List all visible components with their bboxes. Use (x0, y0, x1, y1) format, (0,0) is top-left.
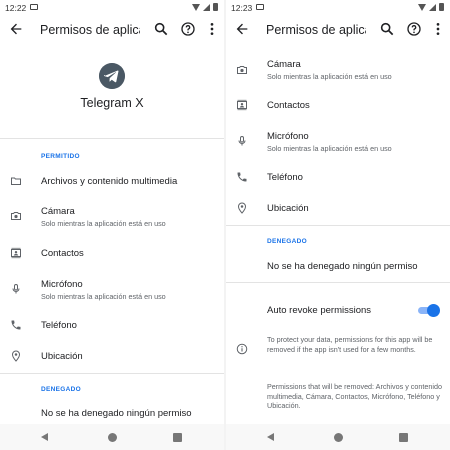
recents-square-icon (172, 432, 182, 442)
more-options-icon[interactable] (204, 21, 220, 37)
section-header-denied: DENEGADO (267, 238, 307, 245)
status-bar: 12:22 (0, 0, 224, 16)
divider (226, 282, 450, 283)
notification-icon (30, 4, 38, 10)
info-icon (236, 343, 248, 355)
section-header-allowed: PERMITIDO (41, 153, 80, 160)
camera-icon (11, 212, 21, 220)
status-time: 12:22 (5, 3, 27, 13)
permission-label: Ubicación (41, 351, 83, 362)
permission-row-camera[interactable]: Cámara Solo mientras la aplicación está … (226, 54, 450, 86)
recents-nav-button[interactable] (171, 431, 183, 443)
divider (0, 373, 224, 374)
auto-revoke-label: Auto revoke permissions (267, 305, 372, 316)
toggle-knob (427, 304, 440, 317)
auto-revoke-toggle[interactable] (418, 304, 440, 317)
app-bar: Permisos de aplicac (0, 16, 224, 46)
wifi-icon (418, 3, 426, 11)
denied-empty-row: No se ha denegado ningún permiso (226, 252, 450, 278)
permission-row-camera[interactable]: Cámara Solo mientras la aplicación está … (0, 200, 224, 234)
permission-sublabel: Solo mientras la aplicación está en uso (41, 219, 166, 228)
location-icon (11, 350, 21, 362)
permission-label: Micrófono (41, 279, 83, 290)
permission-row-microphone[interactable]: Micrófono Solo mientras la aplicación es… (226, 125, 450, 159)
battery-icon (213, 3, 218, 11)
help-icon[interactable] (406, 21, 422, 37)
permission-label: Teléfono (267, 172, 303, 183)
permission-sublabel: Solo mientras la aplicación está en uso (267, 144, 392, 153)
permission-row-phone[interactable]: Teléfono (0, 313, 224, 339)
permission-row-contacts[interactable]: Contactos (0, 240, 224, 266)
permission-label: Ubicación (267, 203, 309, 214)
contacts-icon (237, 99, 247, 111)
back-nav-button[interactable] (39, 431, 51, 443)
permission-row-phone[interactable]: Teléfono (226, 165, 450, 191)
permission-label: Teléfono (41, 320, 77, 331)
telegram-logo-icon (99, 63, 125, 89)
phone-icon (237, 172, 247, 182)
permission-label: Micrófono (267, 131, 309, 142)
navigation-bar (0, 424, 224, 450)
page-title: Permisos de aplicac (266, 23, 366, 37)
location-icon (237, 202, 247, 214)
app-bar: Permisos de aplicac (226, 16, 450, 46)
wifi-icon (192, 3, 200, 11)
search-icon[interactable] (153, 21, 169, 37)
home-nav-button[interactable] (332, 431, 344, 443)
recents-nav-button[interactable] (397, 431, 409, 443)
left-phone-screen: 12:22 Permisos de aplicac Telegram X PER… (0, 0, 224, 450)
microphone-icon (238, 136, 246, 146)
contacts-icon (11, 247, 21, 259)
camera-icon (237, 66, 247, 74)
battery-icon (439, 3, 444, 11)
app-name: Telegram X (80, 96, 144, 110)
denied-empty-text: No se ha denegado ningún permiso (41, 408, 192, 419)
more-options-icon[interactable] (430, 21, 446, 37)
auto-revoke-info: To protect your data, permissions for th… (267, 335, 433, 354)
denied-empty-text: No se ha denegado ningún permiso (267, 261, 418, 272)
permission-label: Contactos (267, 100, 310, 111)
permission-label: Archivos y contenido multimedia (41, 176, 178, 187)
auto-revoke-row[interactable]: Auto revoke permissions (226, 298, 450, 322)
removed-permissions-info: Permissions that will be removed: Archiv… (267, 382, 442, 410)
permission-sublabel: Solo mientras la aplicación está en uso (41, 292, 166, 301)
app-header: Telegram X (0, 46, 224, 138)
back-triangle-icon (41, 432, 48, 441)
microphone-icon (12, 284, 20, 294)
permission-sublabel: Solo mientras la aplicación está en uso (267, 72, 392, 81)
home-circle-icon (107, 432, 117, 442)
section-header-denied: DENEGADO (41, 386, 81, 393)
permission-row-location[interactable]: Ubicación (0, 344, 224, 370)
permission-label: Contactos (41, 248, 84, 259)
back-nav-button[interactable] (265, 431, 277, 443)
help-icon[interactable] (180, 21, 196, 37)
phone-icon (11, 320, 21, 330)
search-icon[interactable] (379, 21, 395, 37)
navigation-bar (226, 424, 450, 450)
divider (0, 138, 224, 139)
home-nav-button[interactable] (106, 431, 118, 443)
notification-icon (256, 4, 264, 10)
divider (226, 225, 450, 226)
permission-row-contacts[interactable]: Contactos (226, 92, 450, 118)
folder-icon (11, 177, 21, 185)
back-arrow-icon[interactable] (234, 21, 250, 37)
status-bar: 12:23 (226, 0, 450, 16)
status-time: 12:23 (231, 3, 253, 13)
permission-label: Cámara (41, 206, 75, 217)
signal-icon (203, 3, 210, 11)
page-title: Permisos de aplicac (40, 23, 140, 37)
right-phone-screen: 12:23 Permisos de aplicac Cámara Solo mi… (226, 0, 450, 450)
back-arrow-icon[interactable] (8, 21, 24, 37)
permission-row-microphone[interactable]: Micrófono Solo mientras la aplicación es… (0, 273, 224, 307)
signal-icon (429, 3, 436, 11)
recents-square-icon (398, 432, 408, 442)
permission-label: Cámara (267, 59, 301, 70)
permission-row-location[interactable]: Ubicación (226, 196, 450, 222)
permission-row-files[interactable]: Archivos y contenido multimedia (0, 168, 224, 194)
back-triangle-icon (267, 432, 274, 441)
denied-empty-row: No se ha denegado ningún permiso (0, 400, 224, 426)
home-circle-icon (333, 432, 343, 442)
